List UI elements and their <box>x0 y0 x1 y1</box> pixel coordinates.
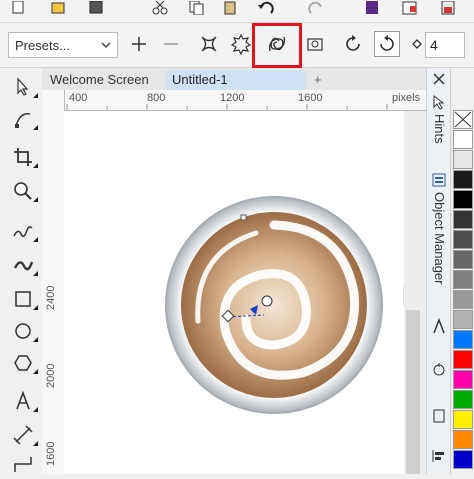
polygon-tool[interactable] <box>12 352 38 374</box>
color-swatch[interactable] <box>453 410 473 429</box>
color-swatch[interactable] <box>453 130 473 149</box>
tab-welcome-screen[interactable]: Welcome Screen <box>44 70 164 90</box>
tab-object-manager[interactable]: Object Manager <box>432 192 447 285</box>
crop-icon <box>14 148 32 166</box>
color-swatch[interactable] <box>453 270 473 289</box>
rectangle-icon <box>15 291 31 307</box>
chevron-down-icon <box>101 42 111 49</box>
redo-icon[interactable] <box>308 1 324 15</box>
rotations-spinbox[interactable]: 4 <box>425 32 465 58</box>
crop-tool[interactable] <box>12 146 38 168</box>
twister-options-icon[interactable] <box>304 33 326 55</box>
publish-pdf-icon[interactable] <box>440 1 456 15</box>
artistic-media-tool[interactable] <box>12 254 38 276</box>
text-tool[interactable] <box>12 390 38 412</box>
object-manager-icon <box>432 173 446 187</box>
drawing-canvas[interactable] <box>64 111 474 474</box>
text-icon <box>16 390 30 410</box>
import-icon[interactable] <box>364 1 380 15</box>
color-swatch[interactable] <box>453 430 473 449</box>
color-swatch[interactable] <box>453 310 473 329</box>
undo-icon[interactable] <box>258 1 274 15</box>
polygon-icon <box>14 355 32 371</box>
freehand-tool[interactable] <box>12 220 38 242</box>
color-swatch[interactable] <box>453 250 473 269</box>
docker-tabs: Hints Object Manager <box>426 68 451 474</box>
ruler-units: pixels <box>392 92 421 104</box>
color-swatch[interactable] <box>453 230 473 249</box>
ruler-label: 2400 <box>45 285 57 310</box>
tab-hints[interactable]: Hints <box>432 114 447 144</box>
add-preset-icon[interactable] <box>128 33 150 55</box>
text-properties-icon[interactable] <box>431 318 447 334</box>
rotate-counterclockwise-button[interactable] <box>374 31 400 57</box>
color-palette <box>450 68 474 474</box>
ruler-label: 2000 <box>45 363 57 388</box>
add-tab-button[interactable]: + <box>308 70 330 90</box>
vertical-ruler: 2400 2000 1600 <box>42 90 65 474</box>
align-icon[interactable] <box>431 448 447 464</box>
presets-dropdown[interactable]: Presets... <box>8 32 118 58</box>
rotations-value: 4 <box>430 37 438 53</box>
standard-toolbar <box>0 0 474 23</box>
color-swatch[interactable] <box>453 350 473 369</box>
pointer-icon <box>17 77 29 96</box>
cut-icon[interactable] <box>152 1 168 15</box>
open-icon[interactable] <box>50 1 66 15</box>
export-icon[interactable] <box>402 1 418 15</box>
twister-highlight-box <box>252 23 302 68</box>
connector-tool[interactable] <box>12 454 34 476</box>
transform-icon[interactable] <box>431 362 447 378</box>
ellipse-tool[interactable] <box>12 320 38 342</box>
color-swatch[interactable] <box>453 330 473 349</box>
save-icon[interactable] <box>88 1 104 15</box>
color-swatch[interactable] <box>453 290 473 309</box>
parallel-dimension-tool[interactable] <box>12 424 38 446</box>
rectangle-tool[interactable] <box>12 288 38 310</box>
no-color-swatch[interactable] <box>453 110 473 129</box>
zoom-tool[interactable] <box>12 180 38 202</box>
ruler-label: 1600 <box>45 441 57 466</box>
copy-icon[interactable] <box>188 1 204 15</box>
shape-tool[interactable] <box>12 108 38 130</box>
color-swatch[interactable] <box>453 150 473 169</box>
vertical-scrollbar[interactable] <box>406 310 420 474</box>
paste-icon[interactable] <box>222 1 238 15</box>
presets-value: Presets... <box>15 38 70 53</box>
pucker-icon[interactable] <box>198 33 220 55</box>
hints-icon <box>433 94 445 110</box>
connector-icon <box>14 457 32 472</box>
close-icon[interactable] <box>431 72 447 86</box>
horizontal-ruler: 400 800 1200 1600 pixels <box>64 90 426 111</box>
no-fill-icon <box>454 111 472 128</box>
rotate-clockwise-icon[interactable] <box>342 33 364 55</box>
document-tabs: Welcome Screen Untitled-1 + <box>42 68 426 90</box>
color-swatch[interactable] <box>453 170 473 189</box>
color-swatch[interactable] <box>453 190 473 209</box>
ruler-label: 1200 <box>220 92 245 104</box>
dimension-icon <box>13 425 33 445</box>
magnifier-icon <box>14 182 32 200</box>
ruler-label: 1600 <box>298 92 323 104</box>
freehand-icon <box>13 226 33 237</box>
color-swatch[interactable] <box>453 390 473 409</box>
styles-icon[interactable] <box>431 408 447 424</box>
ruler-label: 800 <box>147 92 166 104</box>
pick-tool[interactable] <box>12 76 38 98</box>
color-swatch[interactable] <box>453 210 473 229</box>
toolbox <box>0 68 43 474</box>
ruler-ticks <box>66 104 388 110</box>
property-bar: Presets... 4 <box>0 23 474 68</box>
remove-preset-icon[interactable] <box>160 33 182 55</box>
ellipse-icon <box>15 323 31 339</box>
shape-icon <box>15 113 31 128</box>
rotations-icon <box>412 39 422 49</box>
new-document-icon[interactable] <box>10 1 26 15</box>
color-swatch[interactable] <box>453 370 473 389</box>
brush-stroke-icon <box>13 261 34 271</box>
zipper-icon[interactable] <box>230 33 252 55</box>
color-swatch[interactable] <box>453 450 473 469</box>
tab-untitled-1[interactable]: Untitled-1 <box>166 70 306 90</box>
ruler-label: 400 <box>69 92 88 104</box>
